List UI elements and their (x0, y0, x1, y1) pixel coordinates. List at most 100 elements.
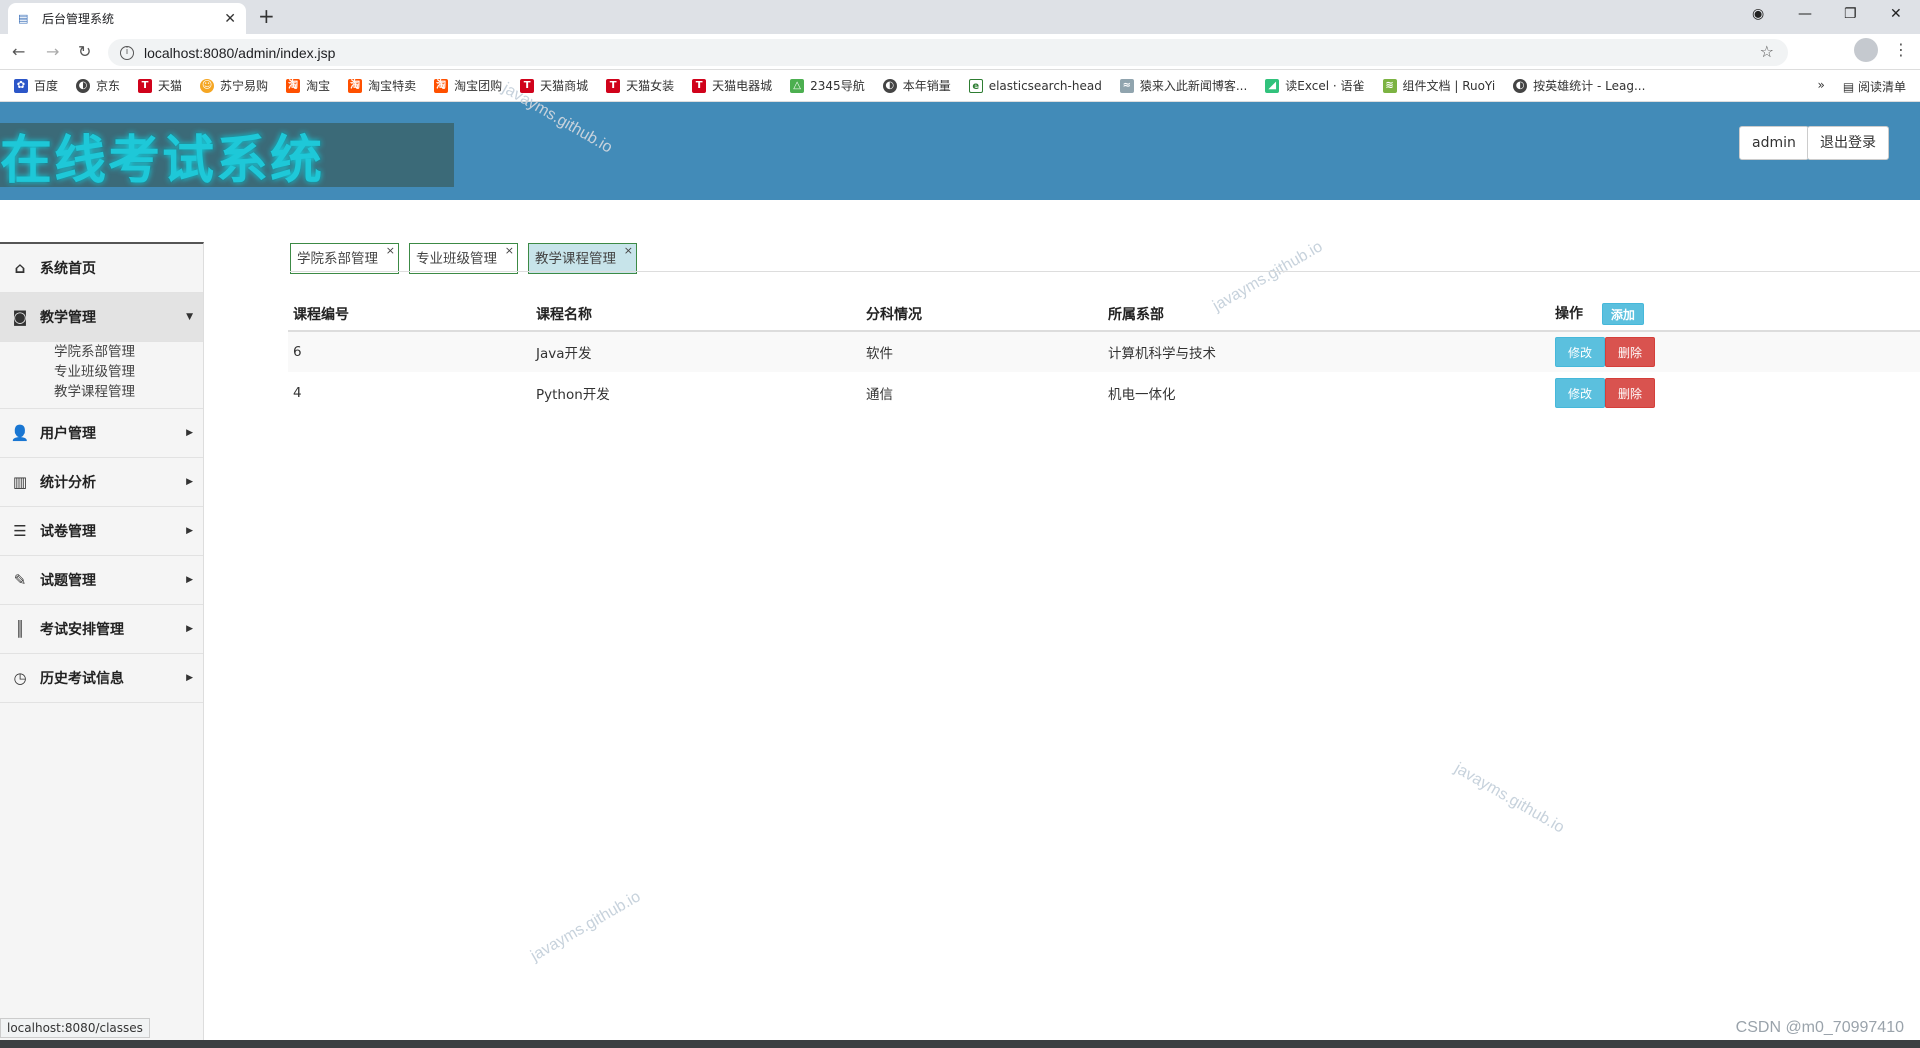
minimize-icon[interactable]: — (1798, 6, 1812, 22)
delete-button[interactable]: 删除 (1605, 377, 1656, 408)
bookmark-item[interactable]: △ 2345导航 (790, 77, 865, 94)
submenu-item-class[interactable]: 专业班级管理 (54, 362, 203, 382)
link-status-bar: localhost:8080/classes (0, 1018, 150, 1038)
footer-credit: CSDN @m0_70997410 (1735, 1019, 1904, 1036)
sidebar-item-papers[interactable]: ☰ 试卷管理 ▶ (0, 507, 203, 556)
paper-icon: ☰ (13, 522, 27, 540)
submenu-item-college[interactable]: 学院系部管理 (54, 342, 203, 362)
edit-button[interactable]: 修改 (1555, 337, 1606, 367)
sidebar-item-label: 历史考试信息 (40, 671, 124, 687)
tab-search-icon[interactable]: ◉ (1752, 6, 1764, 22)
sidebar-item-teaching[interactable]: ◙ 教学管理 ▼ (0, 293, 203, 342)
blog-icon: ≈ (1119, 78, 1134, 93)
address-bar-row: ← → ↻ i localhost:8080/admin/index.jsp ☆ (0, 34, 1920, 70)
course-name-cell: Python开发 (536, 386, 610, 403)
course-id-cell: 4 (293, 384, 302, 401)
sidebar-item-label: 教学管理 (40, 310, 96, 326)
course-department-cell: 机电一体化 (1108, 386, 1176, 403)
new-tab-icon[interactable]: + (258, 4, 275, 28)
taobao-icon: 淘 (286, 78, 301, 93)
bookmark-item[interactable]: ≈ 猿来入此新闻博客... (1119, 77, 1247, 94)
watermark-text: javayms.github.io (528, 888, 644, 965)
bookmark-item[interactable]: 淘淘宝 (286, 77, 330, 94)
sidebar-item-label: 系统首页 (40, 261, 96, 277)
tab-class[interactable]: 专业班级管理 × (409, 243, 518, 274)
back-icon[interactable]: ← (12, 42, 25, 61)
bookmark-item[interactable]: ☺ 苏宁易购 (200, 77, 268, 94)
sidebar-item-users[interactable]: 👤 用户管理 ▶ (0, 409, 203, 458)
tab-college[interactable]: 学院系部管理 × (290, 243, 399, 274)
ruoyi-icon: ≋ (1382, 78, 1397, 93)
course-id-cell: 6 (288, 331, 531, 372)
globe-icon: ◐ (1513, 78, 1528, 93)
sidebar-item-label: 试题管理 (40, 573, 96, 589)
page-favicon-icon: ▤ (18, 11, 29, 25)
user-icon: 👤 (10, 424, 30, 442)
sidebar-item-home[interactable]: ⌂ 系统首页 (0, 244, 203, 293)
url-bar[interactable]: i localhost:8080/admin/index.jsp ☆ (108, 39, 1788, 66)
sidebar-item-label: 用户管理 (40, 426, 96, 442)
browser-tab-strip: ▤ 后台管理系统 ✕ + ◉ — ❐ ✕ (0, 0, 1920, 34)
profile-avatar-icon[interactable] (1854, 38, 1878, 62)
os-taskbar (0, 1040, 1920, 1048)
bookmark-item[interactable]: ◐ 京东 (76, 77, 120, 94)
actions-cell: 修改 删除 (1550, 372, 1920, 413)
question-icon: ✎ (13, 571, 27, 589)
browser-menu-icon[interactable]: ⋮ (1893, 40, 1909, 59)
logout-button[interactable]: 退出登录 (1807, 126, 1889, 160)
actions-header: 操作 添加 (1550, 297, 1920, 332)
url-text[interactable]: localhost:8080/admin/index.jsp (144, 45, 335, 61)
course-category-cell: 通信 (866, 386, 893, 403)
reload-icon[interactable]: ↻ (78, 42, 91, 61)
close-icon[interactable]: × (505, 235, 514, 266)
close-tab-icon[interactable]: ✕ (224, 11, 236, 27)
bookmark-item[interactable]: 淘淘宝特卖 (348, 77, 416, 94)
bookmark-item[interactable]: ◐ 按英雄统计 - Leag... (1513, 77, 1645, 94)
sidebar-item-questions[interactable]: ✎ 试题管理 ▶ (0, 556, 203, 605)
sidebar-item-label: 统计分析 (40, 475, 96, 491)
bookmark-item[interactable]: ≋ 组件文档 | RuoYi (1382, 77, 1495, 94)
course-name-cell: Java开发 (531, 331, 861, 372)
column-header: 课程名称 (531, 297, 861, 332)
admin-user-button[interactable]: admin (1739, 126, 1809, 160)
submenu-item-course[interactable]: 教学课程管理 (54, 382, 203, 402)
bookmark-item[interactable]: ✿ 百度 (14, 77, 58, 94)
page-tabs: 学院系部管理 × 专业班级管理 × 教学课程管理 × (290, 243, 637, 274)
sidebar-item-exam-history[interactable]: ◷ 历史考试信息 ▶ (0, 654, 203, 703)
sidebar-item-label: 考试安排管理 (40, 622, 124, 638)
browser-tab[interactable]: ▤ 后台管理系统 ✕ (8, 3, 246, 34)
close-window-icon[interactable]: ✕ (1890, 6, 1902, 22)
add-course-button[interactable]: 添加 (1601, 302, 1644, 325)
caret-right-icon: ▶ (186, 477, 193, 487)
bookmark-item[interactable]: 淘淘宝团购 (434, 77, 502, 94)
sidebar-item-exam-schedule[interactable]: ║ 考试安排管理 ▶ (0, 605, 203, 654)
bookmark-item[interactable]: e elasticsearch-head (968, 78, 1102, 93)
delete-button[interactable]: 删除 (1605, 337, 1656, 367)
close-icon[interactable]: × (624, 235, 633, 266)
edit-button[interactable]: 修改 (1555, 377, 1606, 408)
caret-right-icon: ▶ (186, 624, 193, 634)
site-info-icon[interactable]: i (120, 45, 134, 60)
bookmarks-overflow-icon[interactable]: » (1817, 78, 1824, 95)
tab-course[interactable]: 教学课程管理 × (528, 243, 637, 274)
forward-icon[interactable]: → (46, 42, 59, 61)
course-table: 课程编号 课程名称 分科情况 所属系部 操作 添加 6 Java开发 软件 计算… (288, 297, 1920, 413)
reading-list-label: 阅读清单 (1857, 80, 1906, 94)
bookmark-item[interactable]: T 天猫 (138, 77, 182, 94)
chart-icon: ▥ (12, 473, 28, 491)
app-logo: 在线考试系统 (0, 123, 454, 191)
bookmark-item[interactable]: T 天猫商城 (520, 77, 588, 94)
bookmark-star-icon[interactable]: ☆ (1760, 42, 1774, 61)
clock-icon: ◷ (13, 669, 27, 687)
restore-icon[interactable]: ❐ (1844, 6, 1857, 22)
bookmark-item[interactable]: ◢ 读Excel · 语雀 (1265, 77, 1365, 94)
bookmark-item[interactable]: T 天猫电器城 (692, 77, 772, 94)
sidebar-nav: ⌂ 系统首页 ◙ 教学管理 ▼ 学院系部管理 专业班级管理 教学课程管理 👤 用… (0, 242, 204, 1048)
course-department-cell: 计算机科学与技术 (1103, 331, 1550, 372)
close-icon[interactable]: × (386, 235, 395, 266)
reading-list-button[interactable]: ▤ 阅读清单 (1843, 78, 1906, 95)
sidebar-item-stats[interactable]: ▥ 统计分析 ▶ (0, 458, 203, 507)
table-row: 6 Java开发 软件 计算机科学与技术 修改 删除 (288, 331, 1920, 372)
bookmark-item[interactable]: T 天猫女装 (606, 77, 674, 94)
bookmark-item[interactable]: ◐ 本年销量 (882, 77, 951, 94)
